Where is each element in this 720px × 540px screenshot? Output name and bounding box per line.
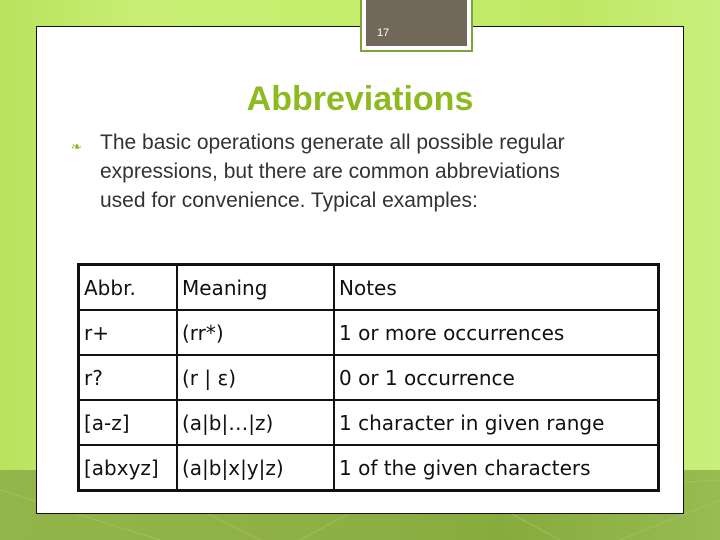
header-abbr: Abbr. — [77, 263, 178, 311]
body-line: expressions, but there are common abbrev… — [100, 160, 560, 183]
header-notes: Notes — [333, 263, 660, 311]
cell-notes: 1 character in given range — [333, 399, 660, 446]
body-paragraph: ❧ The basic operations generate all poss… — [71, 128, 654, 215]
cell-notes: 1 or more occurrences — [333, 309, 660, 356]
table-row: [abxyz] (a|b|x|y|z) 1 of the given chara… — [77, 444, 660, 492]
page-number: 17 — [377, 27, 390, 39]
table-row: [a-z] (a|b|…|z) 1 character in given ran… — [77, 399, 660, 446]
body-line: The basic operations generate all possib… — [100, 131, 565, 154]
header-meaning: Meaning — [176, 263, 335, 311]
body-line: used for convenience. Typical examples: — [100, 189, 478, 212]
cell-notes: 1 of the given characters — [333, 444, 660, 492]
table-header-row: Abbr. Meaning Notes — [77, 263, 660, 311]
cell-meaning: (rr*) — [176, 309, 335, 356]
page-number-box: 17 — [360, 0, 473, 52]
abbreviations-table: Abbr. Meaning Notes r+ (rr*) 1 or more o… — [77, 263, 660, 492]
cell-meaning: (a|b|…|z) — [176, 399, 335, 446]
table-row: r? (r | ε) 0 or 1 occurrence — [77, 354, 660, 401]
cell-abbr: r+ — [77, 309, 178, 356]
cell-abbr: r? — [77, 354, 178, 401]
table-row: r+ (rr*) 1 or more occurrences — [77, 309, 660, 356]
cell-meaning: (r | ε) — [176, 354, 335, 401]
cell-notes: 0 or 1 occurrence — [333, 354, 660, 401]
cell-meaning: (a|b|x|y|z) — [176, 444, 335, 492]
slide-title: Abbreviations — [246, 80, 474, 118]
cell-abbr: [abxyz] — [77, 444, 178, 492]
leaf-bullet-icon: ❧ — [71, 139, 82, 154]
cell-abbr: [a-z] — [77, 399, 178, 446]
